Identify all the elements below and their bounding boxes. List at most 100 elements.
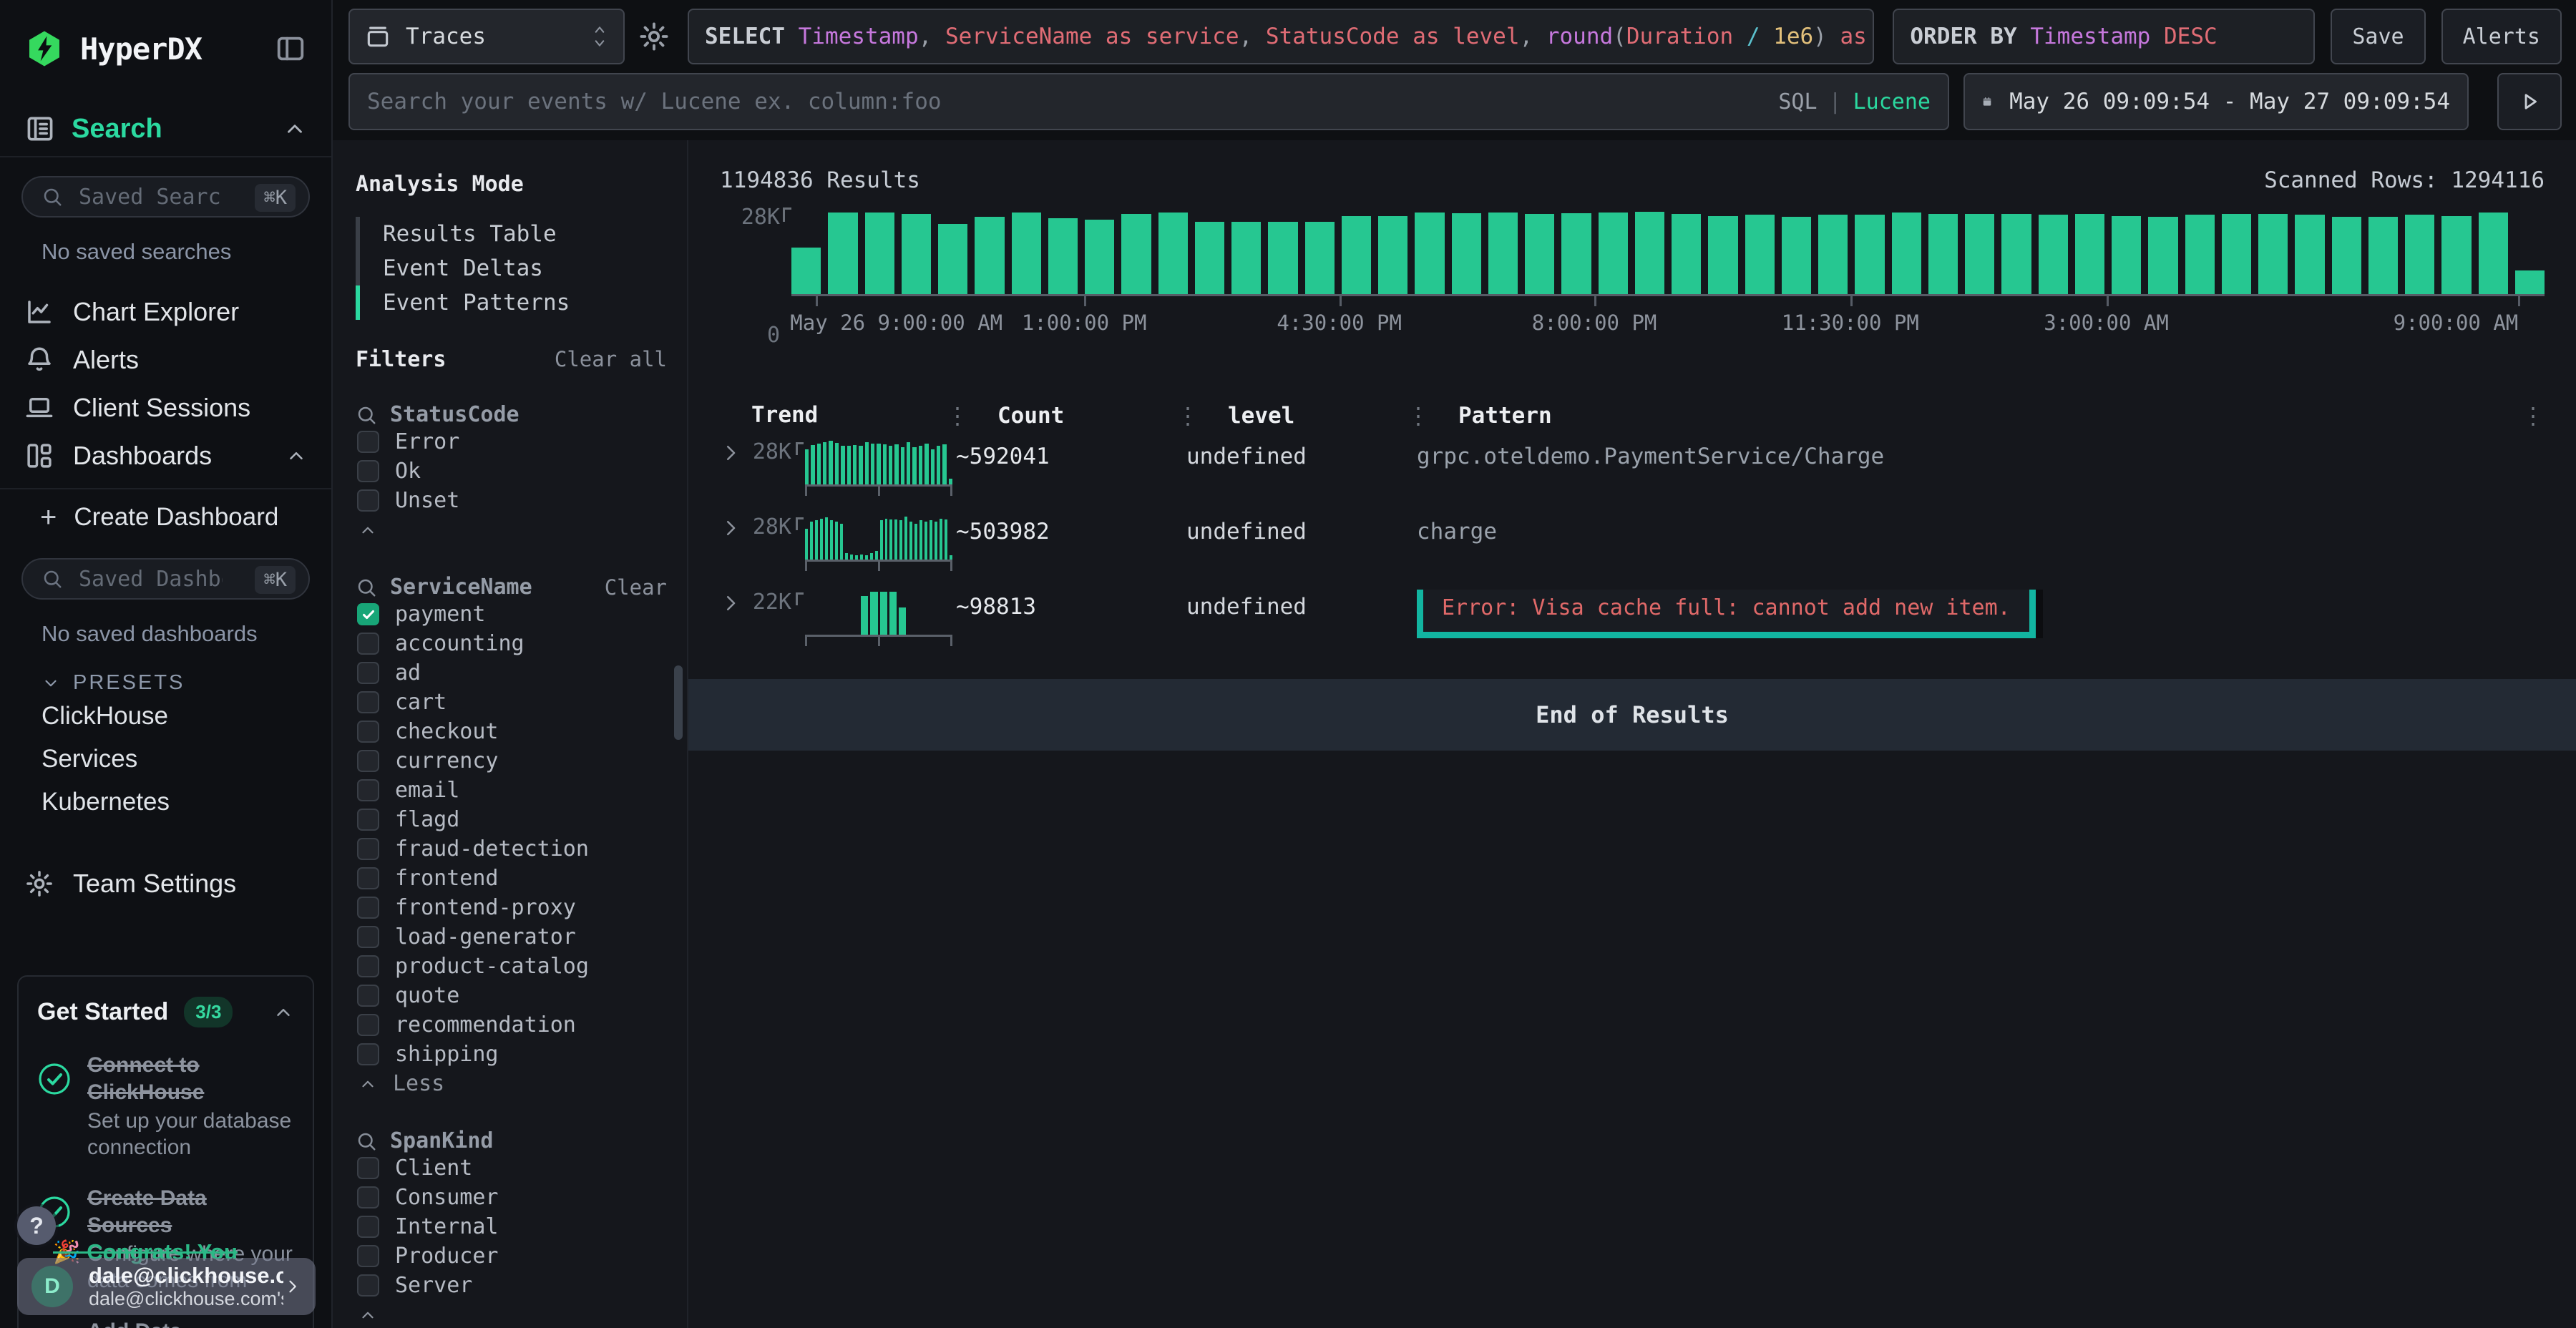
panel-toggle-icon[interactable] [274,32,307,65]
filter-panel-scrollbar[interactable] [674,665,683,740]
language-lucene-option[interactable]: Lucene [1853,89,1931,114]
mode-results-table[interactable]: Results Table [356,217,667,251]
filter-option[interactable]: Producer [356,1241,667,1271]
checkbox[interactable] [357,1157,379,1179]
create-dashboard-button[interactable]: + Create Dashboard [0,495,331,540]
column-drag-handle[interactable]: ⋮ [1176,402,1199,429]
filter-option[interactable]: recommendation [356,1010,667,1040]
checkbox[interactable] [357,985,379,1007]
checkbox[interactable] [357,1216,379,1238]
checkbox[interactable] [357,691,379,713]
get-started-item[interactable]: Connect to ClickHouse Set up your databa… [37,1052,294,1161]
sidebar-item-dashboards[interactable]: Dashboards [0,431,331,479]
checkbox[interactable] [357,779,379,801]
filter-option[interactable]: Client [356,1153,667,1183]
checkbox[interactable] [357,1245,379,1267]
filter-option[interactable]: checkout [356,717,667,746]
filter-option[interactable]: Ok [356,456,667,486]
checkbox[interactable] [357,955,379,977]
filter-option[interactable]: cart [356,688,667,717]
checkbox[interactable] [357,1274,379,1297]
filter-option[interactable]: Server [356,1271,667,1300]
clear-all-filters-link[interactable]: Clear all [555,347,667,371]
row-expand-icon[interactable] [720,442,741,464]
filter-option[interactable]: shipping [356,1040,667,1069]
preset-clickhouse[interactable]: ClickHouse [0,695,331,738]
preset-kubernetes[interactable]: Kubernetes [0,781,331,824]
sidebar-item-client-sessions[interactable]: Client Sessions [0,384,331,431]
histogram-plot[interactable]: May 26 9:00:00 AM1:00:00 PM4:30:00 PM8:0… [791,209,2545,339]
help-button[interactable]: ? [17,1206,56,1245]
run-query-button[interactable] [2497,73,2562,130]
filter-option[interactable]: flagd [356,805,667,834]
preset-services[interactable]: Services [0,738,331,781]
checkbox[interactable] [357,750,379,772]
sidebar-item-team-settings[interactable]: Team Settings [0,861,331,907]
column-header-level[interactable]: ⋮level [1186,402,1417,429]
date-range-picker[interactable]: May 26 09:09:54 - May 27 09:09:54 [1963,73,2469,130]
mode-event-deltas[interactable]: Event Deltas [356,251,667,285]
get-started-item[interactable]: Add Data Start sending logs, metrics, or… [37,1318,294,1328]
row-expand-icon[interactable] [720,517,741,539]
column-header-pattern[interactable]: ⋮Pattern [1417,402,2523,429]
get-started-header[interactable]: Get Started 3/3 [37,997,294,1027]
column-drag-handle[interactable]: ⋮ [946,402,969,429]
table-row[interactable]: 22K ~98813 undefined Error: Visa cache f… [720,580,2545,655]
checkbox[interactable] [357,721,379,743]
checkbox[interactable] [357,838,379,860]
checkbox[interactable] [357,603,379,625]
language-sql-option[interactable]: SQL [1778,89,1817,114]
filter-option[interactable]: Unset [356,486,667,515]
order-by-editor[interactable]: ORDER BY Timestamp DESC [1893,9,2315,64]
filter-clear-link[interactable]: Clear [605,575,667,600]
presets-toggle[interactable]: PRESETS [42,671,307,695]
mode-event-patterns[interactable]: Event Patterns [356,285,667,320]
filter-show-less[interactable]: Less [356,1069,667,1098]
checkbox[interactable] [357,662,379,684]
filter-option[interactable]: currency [356,746,667,776]
user-menu[interactable]: D dale@clickhouse.com dale@clickhouse.co… [17,1258,316,1315]
sql-select-editor[interactable]: SELECT Timestamp, ServiceName as service… [688,9,1874,64]
checkbox[interactable] [357,633,379,655]
alerts-button[interactable]: Alerts [2441,9,2562,64]
filter-option[interactable]: payment [356,600,667,629]
checkbox[interactable] [357,1186,379,1209]
filter-option[interactable]: frontend-proxy [356,893,667,922]
checkbox[interactable] [357,460,379,482]
filter-option[interactable]: fraud-detection [356,834,667,864]
source-select[interactable]: Traces [348,9,625,64]
checkbox[interactable] [357,1043,379,1065]
sidebar-item-chart-explorer[interactable]: Chart Explorer [0,288,331,336]
filter-option[interactable]: Internal [356,1212,667,1241]
checkbox[interactable] [357,867,379,889]
column-drag-handle[interactable]: ⋮ [1407,402,1430,429]
checkbox[interactable] [357,1014,379,1036]
row-expand-icon[interactable] [720,592,741,614]
checkbox[interactable] [357,489,379,512]
column-drag-handle[interactable]: ⋮ [2522,402,2545,429]
table-row[interactable]: 28K ~592041 undefined grpc.oteldemo.Paym… [720,429,2545,504]
save-button[interactable]: Save [2331,9,2425,64]
filter-option[interactable]: product-catalog [356,952,667,981]
filter-option[interactable]: Consumer [356,1183,667,1212]
filter-option[interactable]: load-generator [356,922,667,952]
column-header-count[interactable]: ⋮Count [956,402,1186,429]
filter-option[interactable]: quote [356,981,667,1010]
sidebar-item-alerts[interactable]: Alerts [0,336,331,384]
event-search-input[interactable] [367,89,1778,114]
filter-option[interactable]: ad [356,658,667,688]
filter-option[interactable]: accounting [356,629,667,658]
sidebar-item-search[interactable]: Search [0,110,331,147]
filter-show-less[interactable] [356,1300,667,1328]
table-row[interactable]: 28K ~503982 undefined charge [720,504,2545,580]
filter-show-less[interactable] [356,515,667,545]
checkbox[interactable] [357,809,379,831]
checkbox[interactable] [357,926,379,948]
filter-option[interactable]: frontend [356,864,667,893]
filter-option[interactable]: Error [356,427,667,456]
column-header-trend[interactable]: Trend [751,402,956,428]
query-settings-gear-icon[interactable] [638,20,670,53]
checkbox[interactable] [357,897,379,919]
checkbox[interactable] [357,431,379,453]
filter-option[interactable]: email [356,776,667,805]
